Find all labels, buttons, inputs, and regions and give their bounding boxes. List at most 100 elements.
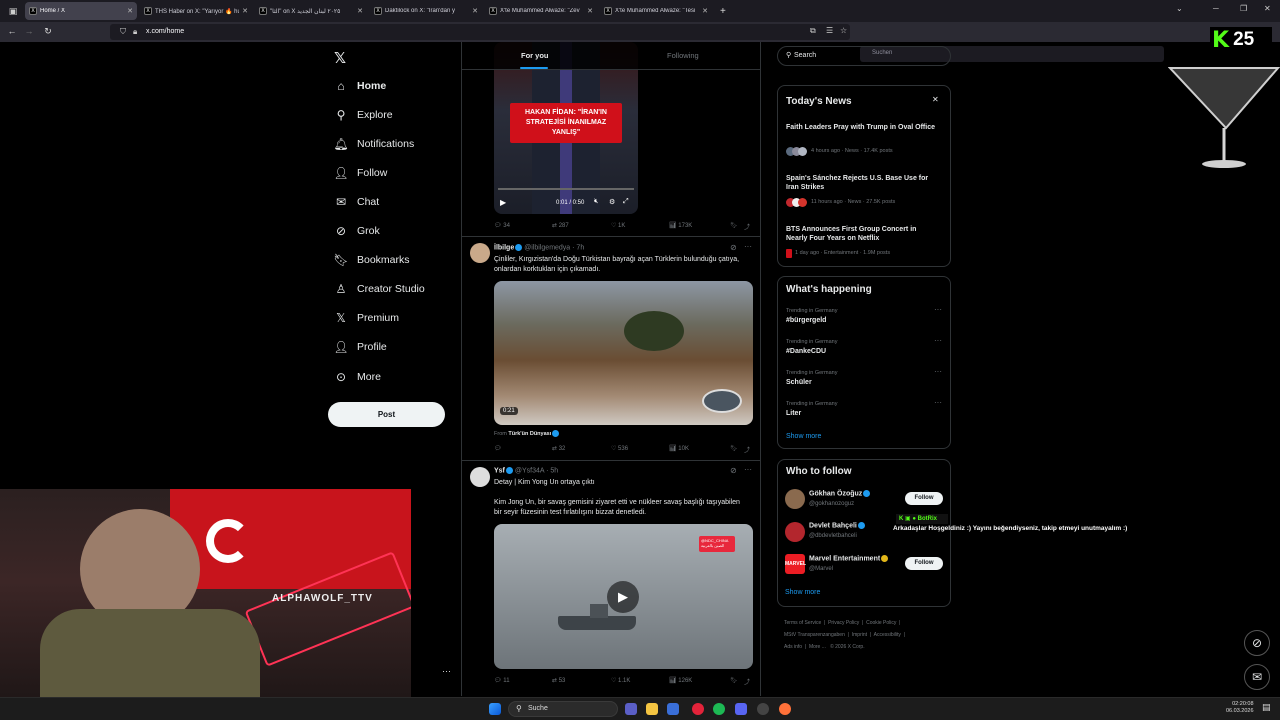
views-count[interactable]: 📊︎ 126K <box>669 677 692 684</box>
more-options-icon[interactable]: ··· <box>744 242 752 251</box>
follow-name[interactable]: Marvel Entertainment <box>809 555 889 562</box>
tweet-video[interactable]: @NDC_CHINA الصين بالعربية ▶ <box>494 524 753 669</box>
video-progress-track[interactable] <box>498 188 634 190</box>
like-button[interactable]: ♡ 536 <box>611 445 628 452</box>
account-more-icon[interactable]: ··· <box>442 666 451 676</box>
share-icon[interactable]: ⤴ <box>744 222 750 231</box>
more-options-icon[interactable]: ··· <box>744 465 752 474</box>
nav-profile[interactable]: 👤︎ Profile <box>333 340 386 354</box>
show-more-link[interactable]: Show more <box>785 589 820 596</box>
star-icon[interactable]: ☆ <box>840 26 847 35</box>
footer-link[interactable]: Ads info <box>784 644 802 650</box>
forward-arrow-icon[interactable]: → <box>21 26 37 36</box>
follow-name[interactable]: Gökhan Özoğuz <box>809 490 871 497</box>
settings-icon[interactable]: ⚙ <box>609 198 615 206</box>
follow-name[interactable]: Devlet Bahçeli <box>809 522 865 529</box>
bookmark-icon[interactable]: 🔖︎ <box>730 222 738 229</box>
bookmark-icon[interactable]: 🔖︎ <box>730 677 738 684</box>
search-input[interactable]: ⚲ Search <box>777 46 951 66</box>
avatar[interactable] <box>470 243 490 263</box>
follow-button[interactable]: Follow <box>905 492 943 505</box>
repost-button[interactable]: ⇄ 32 <box>552 445 565 452</box>
footer-link[interactable]: Accessibility <box>874 632 901 638</box>
grok-icon[interactable]: ⊘ <box>730 466 737 475</box>
more-options-icon[interactable]: ··· <box>934 398 942 407</box>
tab-for-you[interactable]: For you <box>521 51 549 60</box>
play-icon[interactable]: ▶ <box>607 581 639 613</box>
trend-name[interactable]: Schüler <box>786 379 812 386</box>
translate-icon[interactable]: ⧉ <box>810 26 816 36</box>
browser-tab[interactable]: X THS Haber on X: "Yarıyor 🔥 hu ✕ <box>140 2 252 20</box>
grok-button[interactable]: ⊘ <box>1244 630 1270 656</box>
close-window-icon[interactable]: ✕ <box>1264 4 1271 13</box>
folder-icon[interactable] <box>646 703 658 715</box>
tweet-video[interactable]: 0:21 <box>494 281 753 425</box>
trend-name[interactable]: #bürgergeld <box>786 317 826 324</box>
browser-tab[interactable]: X X'te Muhammed Alwaze: "Tesi ✕ <box>600 2 712 20</box>
footer-link[interactable]: Privacy Policy <box>828 620 859 626</box>
lock-icon[interactable]: 🔒︎ <box>133 27 137 37</box>
back-arrow-icon[interactable]: ← <box>4 26 20 36</box>
avatar[interactable] <box>785 489 805 509</box>
nav-home[interactable]: ⌂ Home <box>334 79 386 93</box>
source-name[interactable]: Türk'ün Dünyası <box>508 431 551 437</box>
author-name[interactable]: İlbilge <box>494 244 514 251</box>
news-title[interactable]: Spain's Sánchez Rejects U.S. Base Use fo… <box>786 174 936 192</box>
tab-following[interactable]: Following <box>667 51 699 60</box>
follow-handle[interactable]: @Marvel <box>809 566 833 572</box>
browser-tab[interactable]: X "الثا" on X ٢٠٢٥ لبنان الجديد ✕ <box>255 2 367 20</box>
maximize-icon[interactable]: ❐ <box>1240 4 1247 13</box>
avatar[interactable] <box>785 522 805 542</box>
more-options-icon[interactable]: ··· <box>934 305 942 314</box>
close-tab-icon[interactable]: ✕ <box>357 7 363 15</box>
reply-button[interactable]: 💬︎ <box>494 445 502 452</box>
footer-link[interactable]: More ... <box>809 644 826 650</box>
footer-link[interactable]: MStV Transparenzangaben <box>784 632 845 638</box>
notification-icon[interactable]: ▤ <box>1262 702 1271 713</box>
grok-icon[interactable]: ⊘ <box>730 243 737 252</box>
spotify-icon[interactable] <box>713 703 725 715</box>
browser-tab[interactable]: X Daktilock on X: "İran'dan y ✕ <box>370 2 482 20</box>
nav-bookmarks[interactable]: 🔖︎ Bookmarks <box>333 253 409 267</box>
close-tab-icon[interactable]: ✕ <box>702 7 708 15</box>
more-options-icon[interactable]: ··· <box>934 367 942 376</box>
discord-icon[interactable] <box>735 703 747 715</box>
reload-icon[interactable]: ↻ <box>40 26 56 37</box>
fullscreen-icon[interactable]: ⤢ <box>623 198 629 206</box>
footer-link[interactable]: Imprint <box>852 632 867 638</box>
play-icon[interactable]: ▶ <box>500 198 506 207</box>
url-text[interactable]: x.com/home <box>146 28 184 35</box>
trend-name[interactable]: Liter <box>786 410 801 417</box>
nav-grok[interactable]: ⊘ Grok <box>334 224 380 238</box>
reply-button[interactable]: 💬︎ 34 <box>494 222 510 229</box>
close-tab-icon[interactable]: ✕ <box>242 7 248 15</box>
like-button[interactable]: ♡ 1.1K <box>611 677 630 684</box>
news-title[interactable]: Faith Leaders Pray with Trump in Oval Of… <box>786 123 936 132</box>
clock[interactable]: 02:20:08 06.03.2026 <box>1226 701 1254 715</box>
bookmark-icon[interactable]: 🔖︎ <box>730 445 738 452</box>
author-handle[interactable]: @ilbilgemedya · 7h <box>524 244 584 251</box>
nav-chat[interactable]: ✉ Chat <box>334 195 379 209</box>
teams-icon[interactable] <box>625 703 637 715</box>
share-icon[interactable]: ⤴ <box>744 677 750 686</box>
trend-name[interactable]: #DankeCDU <box>786 348 826 355</box>
follow-handle[interactable]: @dbdevletbahceli <box>809 533 857 539</box>
avatar[interactable] <box>470 467 490 487</box>
chevron-down-icon[interactable]: ⌄ <box>1176 4 1183 13</box>
follow-handle[interactable]: @gokhanozoguz <box>809 501 854 507</box>
news-title[interactable]: BTS Announces First Group Concert in Nea… <box>786 225 936 243</box>
nav-more[interactable]: ⊙ More <box>334 370 381 384</box>
more-options-icon[interactable]: ··· <box>934 336 942 345</box>
repost-button[interactable]: ⇄ 53 <box>552 677 565 684</box>
close-tab-icon[interactable]: ✕ <box>127 7 133 15</box>
x-logo-icon[interactable]: 𝕏 <box>334 49 346 67</box>
follow-button[interactable]: Follow <box>905 557 943 570</box>
minimize-icon[interactable]: ─ <box>1213 4 1219 13</box>
show-more-link[interactable]: Show more <box>786 433 821 440</box>
reader-icon[interactable]: ☰ <box>826 26 833 35</box>
shield-icon[interactable]: ⛉ <box>120 27 126 37</box>
like-button[interactable]: ♡ 1K <box>611 222 625 229</box>
taskbar-search[interactable]: ⚲ Suche <box>508 701 618 717</box>
firefox-icon[interactable] <box>779 703 791 715</box>
browser-tab[interactable]: X Home / X ✕ <box>25 2 137 20</box>
